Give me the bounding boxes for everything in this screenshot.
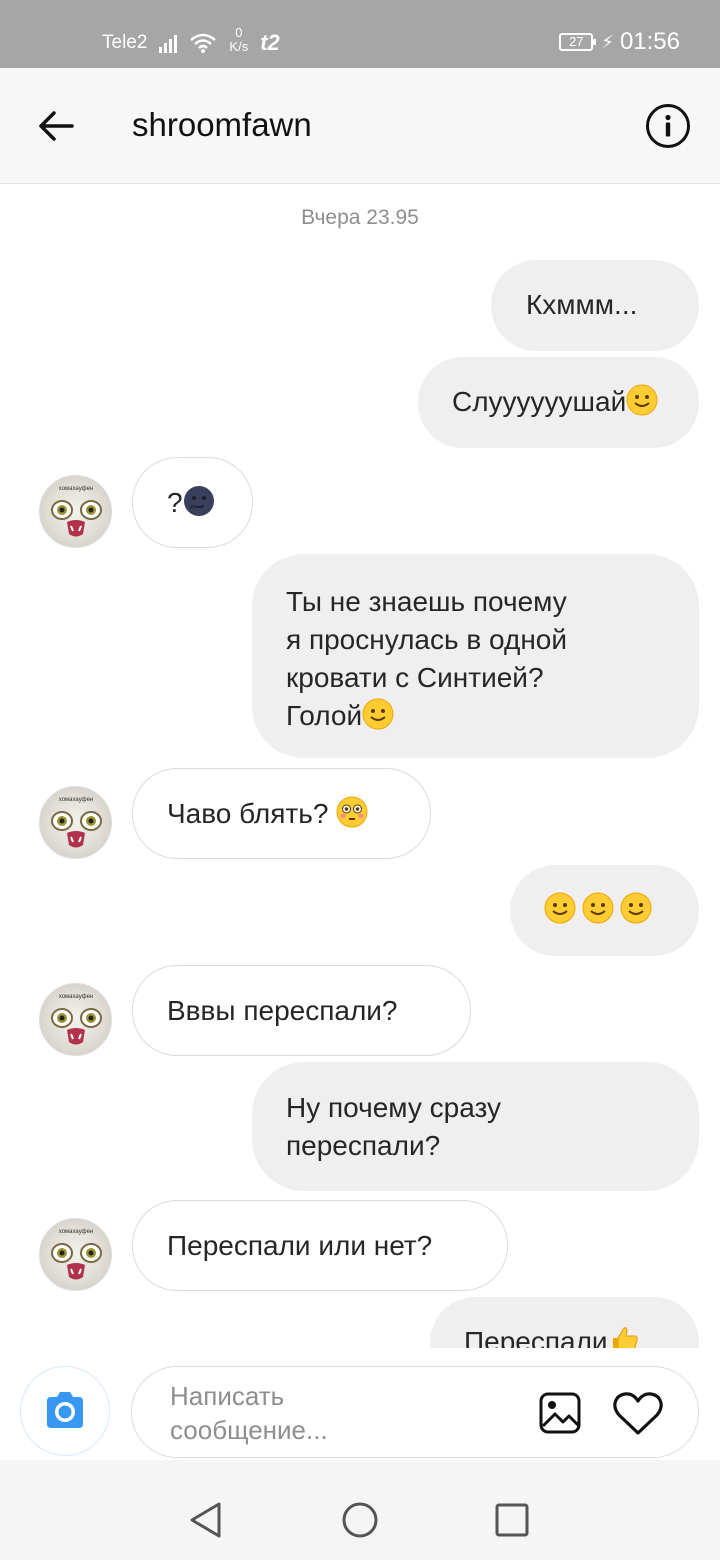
slightly-smiling-face-icon xyxy=(362,698,394,730)
status-right: 27 ⚡ 01:56 xyxy=(559,28,680,56)
message-text: Чаво блять? xyxy=(167,798,337,829)
message-composer: Написать сообщение... xyxy=(0,1348,720,1460)
date-separator: Вчера 23.95 xyxy=(301,206,419,229)
chat-header: shroomfawn xyxy=(0,68,720,184)
slightly-smiling-face-icon xyxy=(626,384,658,416)
message-text: Кхммм... xyxy=(526,289,638,320)
message-outgoing[interactable] xyxy=(510,865,699,956)
message-outgoing[interactable]: Переспали xyxy=(430,1297,699,1348)
message-outgoing[interactable]: Кхммм... xyxy=(491,260,699,351)
gallery-icon[interactable] xyxy=(538,1391,582,1435)
signal-icon xyxy=(159,33,178,53)
carrier-name: Tele2 xyxy=(102,32,148,53)
placeholder-line: сообщение... xyxy=(170,1415,328,1445)
cat-avatar-icon: хомахауфен xyxy=(51,1229,102,1280)
new-moon-face-icon xyxy=(183,485,215,517)
message-text: Переспали или нет? xyxy=(167,1230,433,1261)
speed-unit: K/s xyxy=(229,39,249,54)
cat-avatar-icon: хомахауфен xyxy=(51,797,102,848)
sender-avatar[interactable]: хомахауфен xyxy=(39,1218,112,1291)
message-line: Ну почему сразу xyxy=(286,1092,501,1123)
message-outgoing[interactable]: Ну почему сразу переспали? xyxy=(252,1062,699,1191)
message-text: ? xyxy=(167,487,183,518)
message-line: Голой xyxy=(286,700,363,731)
message-incoming[interactable]: ? xyxy=(132,457,253,548)
message-text: Вввы переспали? xyxy=(167,995,398,1026)
app-screen: Tele2 0 K/s t2 27 ⚡ 01:56 shroomfawn Вче… xyxy=(0,0,720,1560)
camera-button-inner xyxy=(23,1369,107,1453)
svg-text:хомахауфен: хомахауфен xyxy=(59,994,93,1000)
back-arrow-icon[interactable] xyxy=(34,104,78,148)
camera-icon xyxy=(47,1392,83,1428)
message-text: Переспали xyxy=(464,1326,608,1348)
message-outgoing[interactable]: Ты не знаешь почему я проснулась в одной… xyxy=(252,554,699,758)
svg-text:хомахауфен: хомахауфен xyxy=(59,797,93,803)
thumbs-up-icon xyxy=(608,1324,640,1348)
message-placeholder: Написать сообщение... xyxy=(170,1379,370,1447)
placeholder-line: Написать xyxy=(170,1381,285,1411)
network-speed: 0 K/s xyxy=(229,26,248,54)
chat-title[interactable]: shroomfawn xyxy=(132,106,312,144)
status-left: Tele2 0 K/s t2 xyxy=(102,26,280,56)
slightly-smiling-face-icon xyxy=(544,892,576,924)
svg-text:хомахауфен: хомахауфен xyxy=(59,486,93,492)
charging-icon: ⚡ xyxy=(601,31,614,52)
message-line: кровати с Синтией? xyxy=(286,662,544,693)
sender-avatar[interactable]: хомахауфен xyxy=(39,475,112,548)
clock: 01:56 xyxy=(619,28,680,55)
message-line: Ты не знаешь почему xyxy=(286,586,567,617)
info-button[interactable] xyxy=(646,104,690,148)
battery-level: 27 xyxy=(569,34,584,49)
message-incoming[interactable]: Вввы переспали? xyxy=(132,965,471,1056)
system-navigation-bar xyxy=(0,1460,720,1560)
cat-avatar-icon: хомахауфен xyxy=(51,486,102,537)
svg-text:хомахауфен: хомахауфен xyxy=(59,1229,93,1235)
status-bar: Tele2 0 K/s t2 27 ⚡ 01:56 xyxy=(0,0,720,68)
slightly-smiling-face-icon xyxy=(582,892,614,924)
flushed-face-icon xyxy=(336,796,368,828)
nav-back-icon[interactable] xyxy=(187,1500,227,1540)
wifi-icon xyxy=(190,33,217,53)
speed-value: 0 xyxy=(235,25,243,40)
info-icon xyxy=(665,114,671,137)
message-incoming[interactable]: Переспали или нет? xyxy=(132,1200,508,1291)
nav-home-icon[interactable] xyxy=(340,1500,380,1540)
camera-button[interactable] xyxy=(20,1366,110,1456)
message-incoming[interactable]: Чаво блять? xyxy=(132,768,431,859)
message-thread[interactable]: Вчера 23.95 Кхммм... Слуууууушай хомахау… xyxy=(0,184,720,1348)
nav-recents-icon[interactable] xyxy=(492,1500,532,1540)
message-line: переспали? xyxy=(286,1130,441,1161)
operator-logo: t2 xyxy=(260,30,280,55)
sender-avatar[interactable]: хомахауфен xyxy=(39,786,112,859)
heart-icon[interactable] xyxy=(612,1391,664,1437)
battery-icon: 27 xyxy=(559,33,597,51)
message-line: я проснулась в одной xyxy=(286,624,567,655)
message-text: Слуууууушай xyxy=(452,386,627,417)
cat-avatar-icon: хомахауфен xyxy=(51,994,102,1045)
slightly-smiling-face-icon xyxy=(620,892,652,924)
sender-avatar[interactable]: хомахауфен xyxy=(39,983,112,1056)
message-input[interactable]: Написать сообщение... xyxy=(131,1366,699,1458)
message-outgoing[interactable]: Слуууууушай xyxy=(418,357,699,448)
